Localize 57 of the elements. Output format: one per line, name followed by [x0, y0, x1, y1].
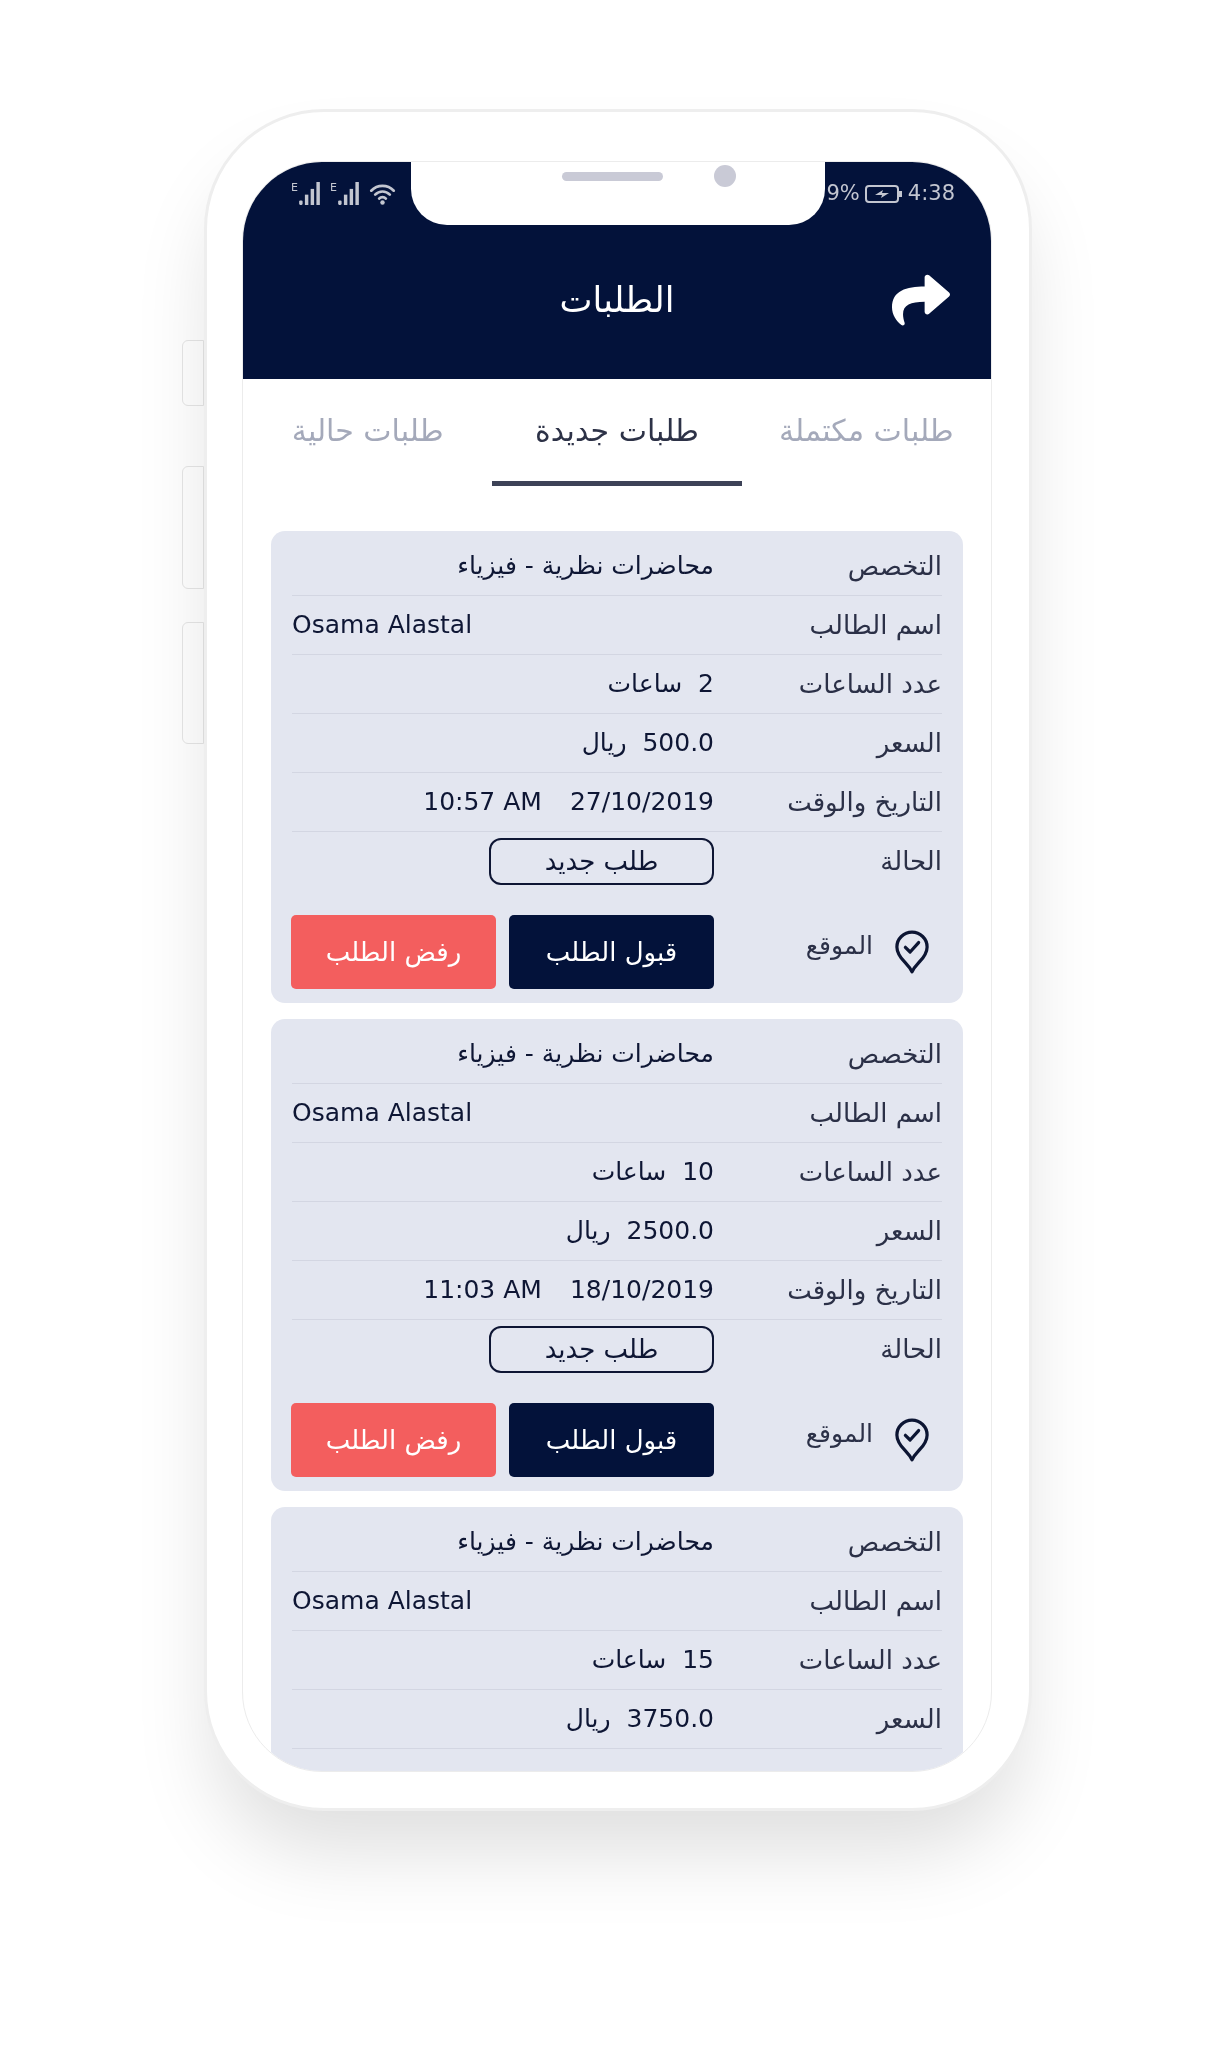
accept-button[interactable]: قبول الطلب	[509, 915, 714, 989]
field-label: اسم الطالب	[809, 1585, 942, 1616]
camera-icon	[714, 165, 736, 187]
tab[interactable]: طلبات جديدة	[492, 379, 742, 486]
location-label: الموقع	[805, 1418, 873, 1451]
field-label: التخصص	[847, 1526, 942, 1557]
curved-arrow-icon[interactable]	[892, 274, 950, 326]
location-label: الموقع	[805, 930, 873, 963]
field-value: 2500.0 ريال	[565, 1216, 714, 1246]
clock-time: 4:38	[907, 179, 955, 207]
field-value: 3750.0 ريال	[565, 1704, 714, 1734]
time-value: 11:03 AM	[423, 1274, 542, 1307]
date-value: 27/10/2019	[569, 786, 714, 819]
field-value: 500.0 ريال	[581, 728, 714, 758]
tab[interactable]: طلبات مكتملة	[741, 379, 991, 486]
battery-percent: 9%	[826, 179, 860, 207]
wifi-icon	[368, 182, 396, 205]
tab[interactable]: طلبات حالية	[243, 379, 493, 486]
speaker-icon	[562, 172, 663, 181]
field-label: عدد الساعات	[798, 1644, 942, 1675]
field-label: اسم الطالب	[809, 609, 942, 640]
status-badge: طلب جديد	[489, 838, 714, 885]
location-pin-check-icon	[895, 1418, 929, 1462]
field-label: التخصص	[847, 1038, 942, 1069]
field-label: السعر	[876, 727, 942, 758]
field-label: اسم الطالب	[809, 1097, 942, 1128]
field-label: الحالة	[880, 846, 942, 876]
field-value: Osama Alastal	[292, 1586, 473, 1616]
field-label: عدد الساعات	[798, 1156, 942, 1187]
field-value: 10 ساعات	[591, 1157, 714, 1187]
field-label: الحالة	[880, 1334, 942, 1364]
page-title: الطلبات	[559, 278, 675, 322]
field-value: 2 ساعات	[607, 669, 714, 699]
date-value: 18/10/2019	[569, 1274, 714, 1307]
signal-icon	[298, 182, 320, 205]
field-value: 15 ساعات	[591, 1645, 714, 1675]
field-label: التاريخ والوقت	[787, 786, 942, 817]
status-badge: طلب جديد	[489, 1326, 714, 1373]
signal-icon	[337, 182, 359, 205]
field-label: عدد الساعات	[798, 668, 942, 699]
reject-button[interactable]: رفض الطلب	[291, 1403, 496, 1477]
battery-charging-icon	[864, 183, 903, 204]
field-value: محاضرات نظرية - فيزياء	[457, 1527, 714, 1557]
field-value: محاضرات نظرية - فيزياء	[457, 1039, 714, 1069]
field-value: Osama Alastal	[292, 1098, 473, 1128]
reject-button[interactable]: رفض الطلب	[291, 915, 496, 989]
field-label: التاريخ والوقت	[787, 1274, 942, 1305]
field-label: التخصص	[847, 550, 942, 581]
field-label: السعر	[876, 1703, 942, 1734]
accept-button[interactable]: قبول الطلب	[509, 1403, 714, 1477]
field-label: السعر	[876, 1215, 942, 1246]
location-pin-check-icon	[895, 930, 929, 974]
network-type-label: E	[291, 182, 298, 193]
field-value: محاضرات نظرية - فيزياء	[457, 551, 714, 581]
time-value: 10:57 AM	[423, 786, 542, 819]
network-type-label: E	[329, 182, 337, 193]
field-value: Osama Alastal	[292, 610, 473, 640]
